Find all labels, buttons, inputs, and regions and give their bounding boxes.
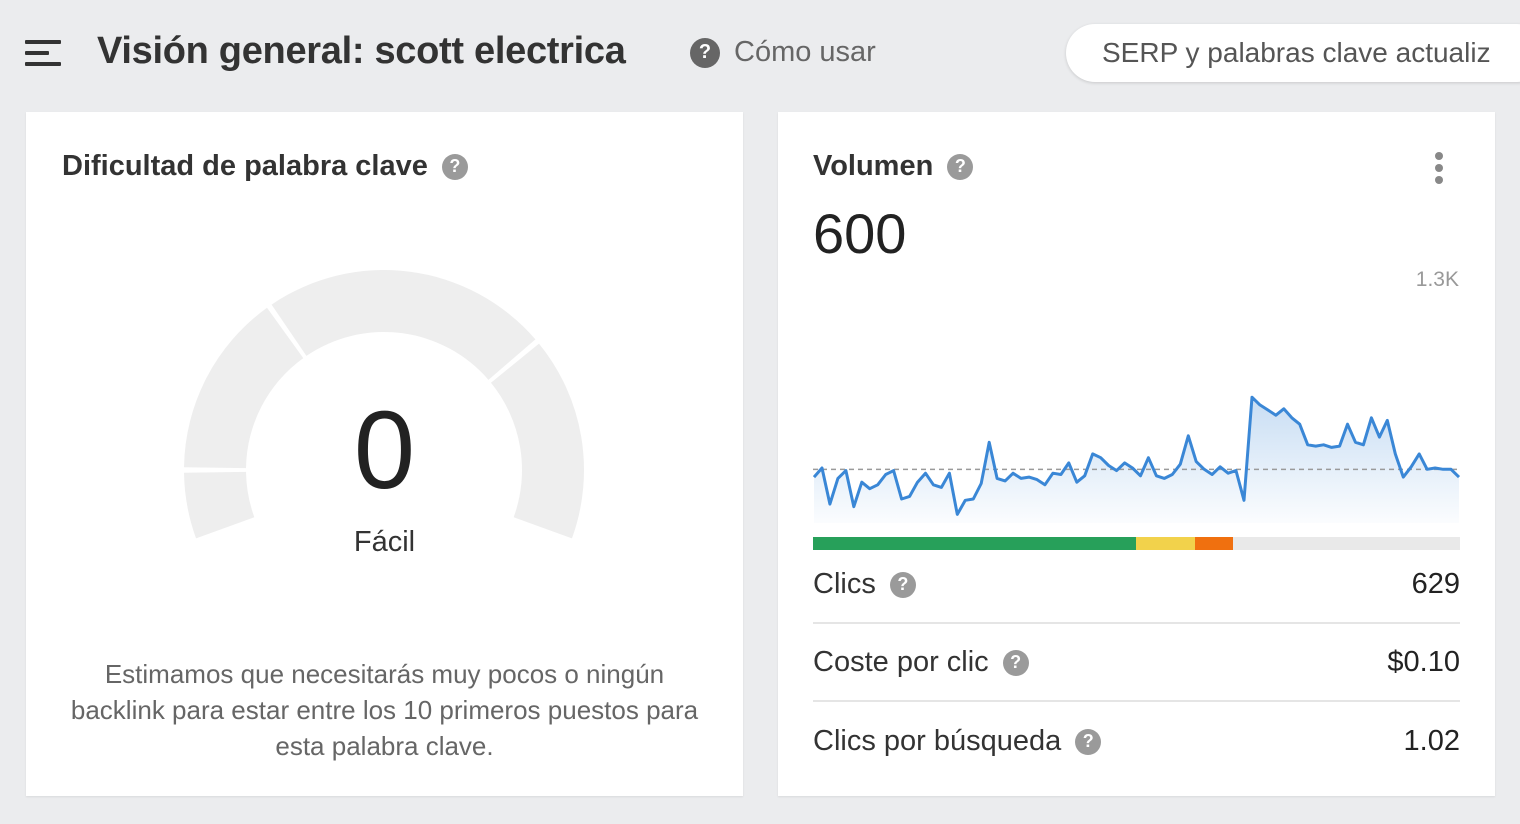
page-title: Visión general: scott electrica: [97, 30, 626, 72]
stat-value: $0.10: [1387, 646, 1460, 678]
stat-clicks-per-search: Clics por búsqueda? 1.02: [813, 703, 1460, 780]
help-icon[interactable]: ?: [1075, 728, 1102, 755]
volume-area: [814, 397, 1459, 523]
top-bar: Visión general: scott electrica ? Cómo u…: [0, 0, 1520, 110]
stat-label: Clics por búsqueda: [813, 725, 1062, 757]
more-options-icon[interactable]: [1432, 152, 1446, 184]
stat-clicks: Clics? 629: [813, 547, 1460, 624]
help-icon: ?: [690, 37, 720, 68]
help-icon[interactable]: ?: [889, 571, 916, 598]
kd-value: 0: [353, 389, 416, 512]
stat-value: 629: [1411, 568, 1460, 600]
how-to-label: Cómo usar: [734, 36, 876, 68]
chart-max-label: 1.3K: [1415, 268, 1459, 291]
keyword-difficulty-card: Dificultad de palabra clave ? 0 Fácil Es…: [26, 112, 743, 796]
stat-label: Clics: [813, 568, 876, 600]
volume-title-label: Volumen: [813, 150, 934, 182]
stat-value: 1.02: [1403, 725, 1460, 757]
help-icon[interactable]: ?: [947, 153, 974, 180]
serp-update-notice[interactable]: SERP y palabras clave actualiz: [1066, 24, 1520, 82]
volume-value: 600: [813, 202, 907, 265]
how-to-link[interactable]: ? Cómo usar: [690, 36, 876, 69]
volume-trend-chart: [813, 395, 1460, 523]
kd-description: Estimamos que necesitarás muy pocos o ni…: [70, 659, 699, 761]
help-icon[interactable]: ?: [1002, 649, 1029, 676]
stat-cpc: Coste por clic? $0.10: [813, 625, 1460, 702]
kd-gauge-segment: [271, 270, 536, 380]
hamburger-menu-icon[interactable]: [25, 40, 61, 68]
kd-level-label: Fácil: [353, 526, 416, 558]
volume-card: Volumen ? 600 1.3K Clics? 629 Coste por …: [778, 112, 1495, 796]
volume-card-title: Volumen ?: [813, 150, 974, 183]
stat-label: Coste por clic: [813, 646, 989, 678]
